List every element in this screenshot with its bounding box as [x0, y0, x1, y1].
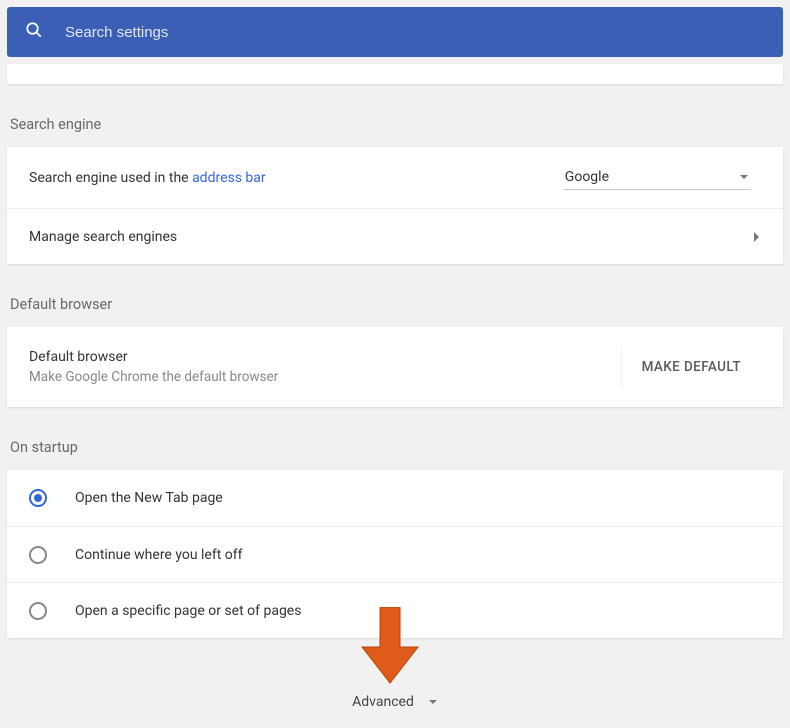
previous-section-card — [7, 64, 783, 84]
advanced-toggle[interactable]: Advanced — [0, 694, 790, 710]
startup-option-label-1: Continue where you left off — [75, 547, 761, 563]
manage-search-engines-label: Manage search engines — [29, 229, 753, 245]
default-browser-label: Default browser — [29, 349, 621, 365]
dropdown-icon — [739, 172, 749, 182]
search-engine-card: Search engine used in the address bar Go… — [7, 147, 783, 264]
search-engine-label-prefix: Search engine used in the — [29, 170, 192, 186]
section-title-default-browser: Default browser — [10, 296, 790, 313]
startup-option-label-0: Open the New Tab page — [75, 490, 761, 506]
startup-option-label-2: Open a specific page or set of pages — [75, 603, 761, 619]
section-title-startup: On startup — [10, 439, 790, 456]
radio-new-tab[interactable] — [29, 489, 47, 507]
chevron-down-icon — [428, 697, 438, 707]
startup-option-continue[interactable]: Continue where you left off — [7, 526, 783, 582]
search-engine-label: Search engine used in the address bar — [29, 170, 563, 186]
default-browser-card: Default browser Make Google Chrome the d… — [7, 327, 783, 407]
search-engine-selected-value: Google — [565, 169, 609, 185]
startup-option-specific[interactable]: Open a specific page or set of pages — [7, 582, 783, 638]
make-default-button[interactable]: MAKE DEFAULT — [621, 347, 761, 387]
advanced-label: Advanced — [352, 694, 414, 710]
search-bar[interactable] — [7, 7, 783, 57]
default-browser-sub: Make Google Chrome the default browser — [29, 369, 621, 385]
radio-specific[interactable] — [29, 602, 47, 620]
search-icon — [25, 21, 43, 43]
search-input[interactable] — [65, 24, 765, 41]
search-engine-select[interactable]: Google — [563, 165, 751, 190]
default-browser-label-group: Default browser Make Google Chrome the d… — [29, 349, 621, 385]
address-bar-link[interactable]: address bar — [192, 170, 266, 186]
section-title-search-engine: Search engine — [10, 116, 790, 133]
radio-continue[interactable] — [29, 546, 47, 564]
manage-search-engines-row[interactable]: Manage search engines — [7, 208, 783, 264]
search-engine-row[interactable]: Search engine used in the address bar Go… — [7, 147, 783, 208]
startup-card: Open the New Tab page Continue where you… — [7, 470, 783, 638]
chevron-right-icon — [753, 231, 761, 243]
startup-option-new-tab[interactable]: Open the New Tab page — [7, 470, 783, 526]
default-browser-row: Default browser Make Google Chrome the d… — [7, 327, 783, 407]
